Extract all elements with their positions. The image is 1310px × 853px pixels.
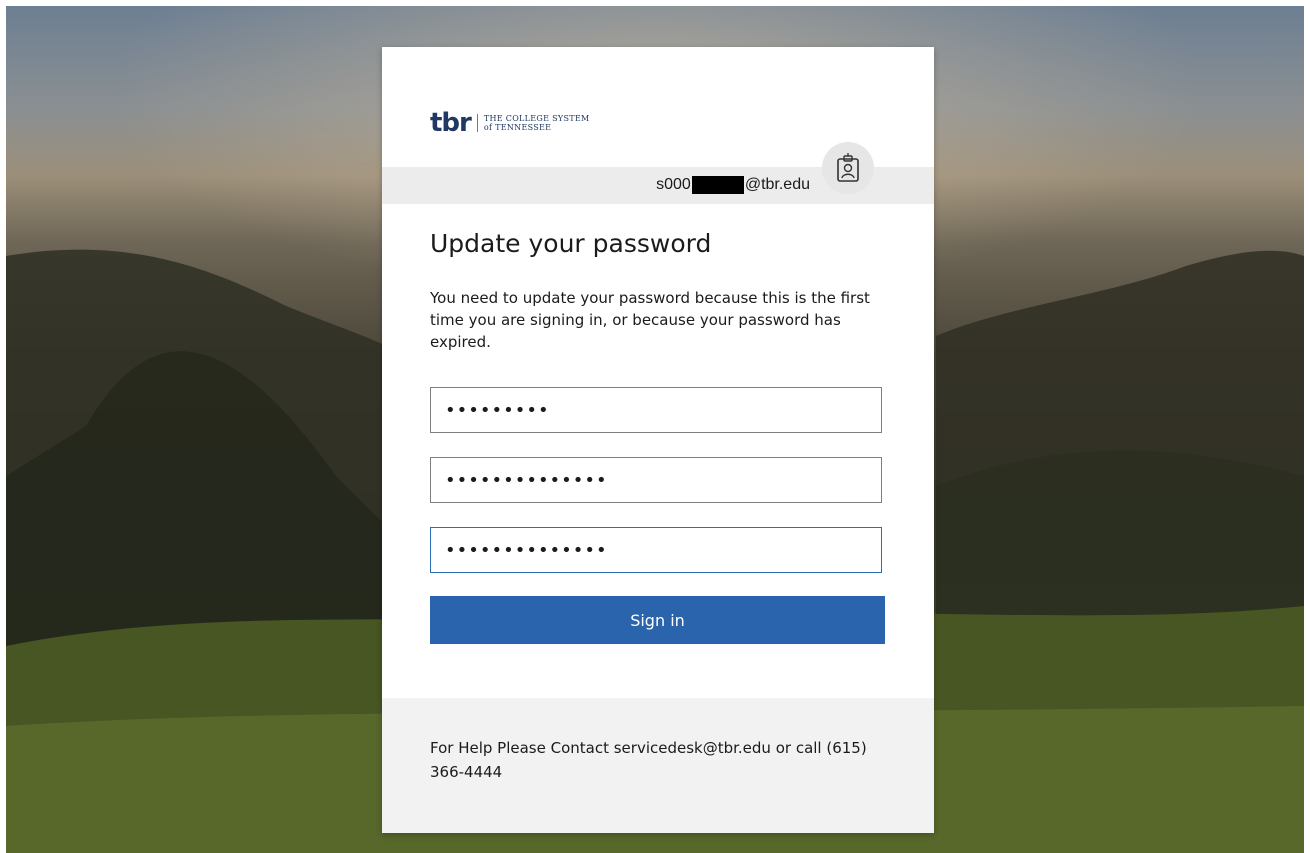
sign-in-button[interactable]: Sign in [430,596,885,644]
instructions-text: You need to update your password because… [430,289,870,351]
email-prefix: s000 [656,176,691,193]
email-suffix: @tbr.edu [744,176,810,193]
id-badge-icon [822,142,874,194]
logo-divider [476,114,478,132]
page-title: Update your password [430,229,712,258]
logo-text: THE COLLEGE SYSTEM of TENNESSEE [484,114,590,132]
current-password-field[interactable] [430,387,882,433]
help-footer: For Help Please Contact servicedesk@tbr.… [382,698,934,833]
new-password-field[interactable] [430,457,882,503]
tbr-logo: tbr THE COLLEGE SYSTEM of TENNESSEE [430,109,590,137]
password-update-card: tbr THE COLLEGE SYSTEM of TENNESSEE s000… [382,47,934,833]
logo-mark: tbr [430,108,472,138]
logo-line-2: of TENNESSEE [483,123,552,132]
account-email[interactable]: s000 @tbr.edu [656,176,810,194]
redaction-box [691,176,744,194]
logo-line-1: THE COLLEGE SYSTEM [483,114,590,123]
confirm-password-field[interactable] [430,527,882,573]
help-text: For Help Please Contact servicedesk@tbr.… [430,739,867,781]
